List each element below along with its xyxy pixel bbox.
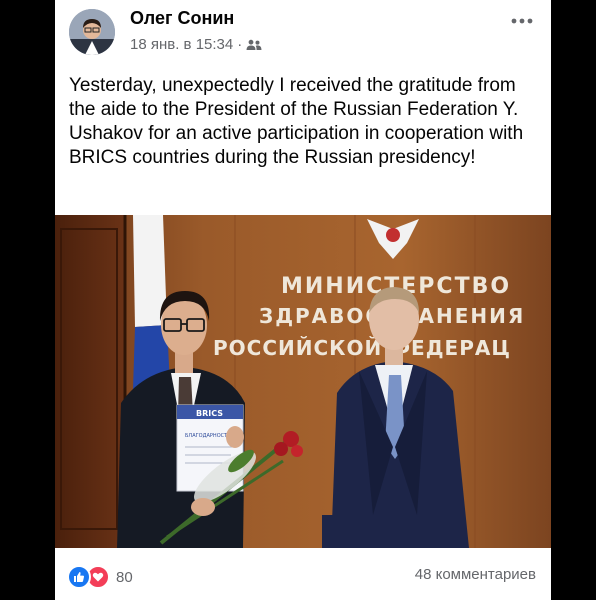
like-icon <box>67 565 91 589</box>
reactions-summary[interactable]: 80 <box>67 565 133 589</box>
avatar[interactable] <box>69 9 115 55</box>
post-text: Yesterday, unexpectedly I received the g… <box>69 75 524 168</box>
more-dots-icon <box>511 18 533 24</box>
certificate-title: БЛАГОДАРНОСТЬ <box>185 433 231 439</box>
meta-separator: · <box>237 36 243 53</box>
post-card: Олег Сонин 18 янв. в 15:34 · Yesterday, … <box>55 0 551 600</box>
post-meta: 18 янв. в 15:34 · <box>130 36 262 53</box>
post-header: Олег Сонин 18 янв. в 15:34 · <box>55 0 551 62</box>
reaction-count: 80 <box>116 568 133 586</box>
comments-count-link[interactable]: 48 комментариев <box>415 566 536 583</box>
certificate-header: BRICS <box>196 409 223 418</box>
more-options-button[interactable] <box>511 4 533 30</box>
friends-icon[interactable] <box>246 39 262 51</box>
photo-image: МИНИСТЕРСТВО ЗДРАВООХРАНЕНИЯ РОССИЙСКОЙ … <box>55 215 551 548</box>
sign-line-3: РОССИЙСКОЙ ФЕДЕРАЦ <box>213 336 511 360</box>
post-photo[interactable]: МИНИСТЕРСТВО ЗДРАВООХРАНЕНИЯ РОССИЙСКОЙ … <box>55 215 551 548</box>
post-timestamp[interactable]: 18 янв. в 15:34 <box>130 36 233 53</box>
post-footer: 80 48 комментариев <box>55 548 551 600</box>
author-name[interactable]: Олег Сонин <box>130 8 234 29</box>
avatar-image <box>69 9 115 55</box>
